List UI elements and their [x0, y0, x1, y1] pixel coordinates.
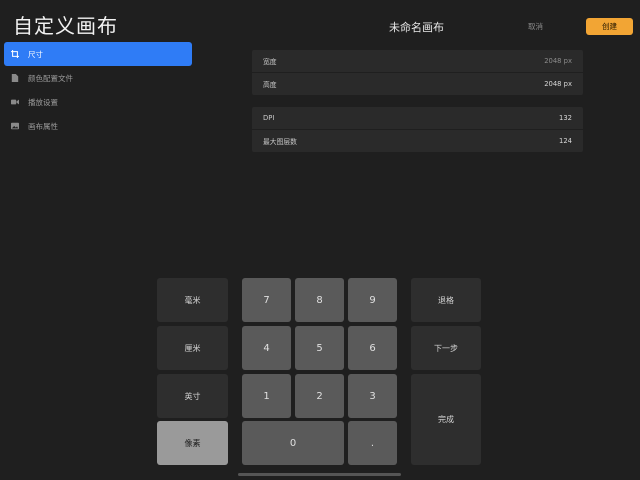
- info-group: DPI 132 最大图层数 124: [252, 107, 583, 152]
- sidebar-item-color-profile[interactable]: 颜色配置文件: [4, 66, 192, 90]
- key-4[interactable]: 4: [242, 326, 291, 370]
- key-2[interactable]: 2: [295, 374, 344, 418]
- key-9[interactable]: 9: [348, 278, 397, 322]
- width-value[interactable]: 2048 px: [544, 57, 572, 65]
- home-indicator[interactable]: [238, 473, 401, 476]
- key-8[interactable]: 8: [295, 278, 344, 322]
- unit-inch-button[interactable]: 英寸: [157, 374, 228, 418]
- width-label: 宽度: [263, 58, 277, 66]
- sidebar-item-label: 颜色配置文件: [28, 73, 73, 83]
- key-1[interactable]: 1: [242, 374, 291, 418]
- backspace-button[interactable]: 退格: [411, 278, 481, 322]
- sidebar-item-canvas-properties[interactable]: 画布属性: [4, 114, 192, 138]
- sidebar-item-playback[interactable]: 播放设置: [4, 90, 192, 114]
- unit-cm-button[interactable]: 厘米: [157, 326, 228, 370]
- dpi-value[interactable]: 132: [559, 114, 572, 122]
- height-label: 高度: [263, 81, 277, 89]
- next-button[interactable]: 下一步: [411, 326, 481, 370]
- dpi-label: DPI: [263, 114, 275, 122]
- key-3[interactable]: 3: [348, 374, 397, 418]
- height-row[interactable]: 高度 2048 px: [252, 73, 583, 95]
- width-row[interactable]: 宽度 2048 px: [252, 50, 583, 73]
- sidebar-item-size[interactable]: 尺寸: [4, 42, 192, 66]
- page-title: 自定义画布: [13, 14, 118, 38]
- video-icon: [10, 97, 20, 107]
- key-dot[interactable]: .: [348, 421, 397, 465]
- done-button[interactable]: 完成: [411, 374, 481, 465]
- max-layers-label: 最大图层数: [263, 138, 297, 146]
- sidebar: 尺寸 颜色配置文件 播放设置 画布属性: [4, 42, 192, 138]
- max-layers-value: 124: [559, 137, 572, 145]
- dpi-row[interactable]: DPI 132: [252, 107, 583, 130]
- key-5[interactable]: 5: [295, 326, 344, 370]
- document-title[interactable]: 未命名画布: [389, 19, 444, 35]
- key-0[interactable]: 0: [242, 421, 344, 465]
- crop-icon: [10, 49, 20, 59]
- file-icon: [10, 73, 20, 83]
- key-6[interactable]: 6: [348, 326, 397, 370]
- unit-mm-button[interactable]: 毫米: [157, 278, 228, 322]
- sidebar-item-label: 画布属性: [28, 121, 58, 131]
- height-value[interactable]: 2048 px: [544, 80, 572, 88]
- create-button[interactable]: 创建: [586, 18, 633, 35]
- unit-pixel-button[interactable]: 像素: [157, 421, 228, 465]
- image-icon: [10, 121, 20, 131]
- cancel-button[interactable]: 取消: [528, 21, 543, 32]
- sidebar-item-label: 播放设置: [28, 97, 58, 107]
- dimensions-group: 宽度 2048 px 高度 2048 px: [252, 50, 583, 95]
- sidebar-item-label: 尺寸: [28, 49, 43, 59]
- key-7[interactable]: 7: [242, 278, 291, 322]
- max-layers-row: 最大图层数 124: [252, 130, 583, 152]
